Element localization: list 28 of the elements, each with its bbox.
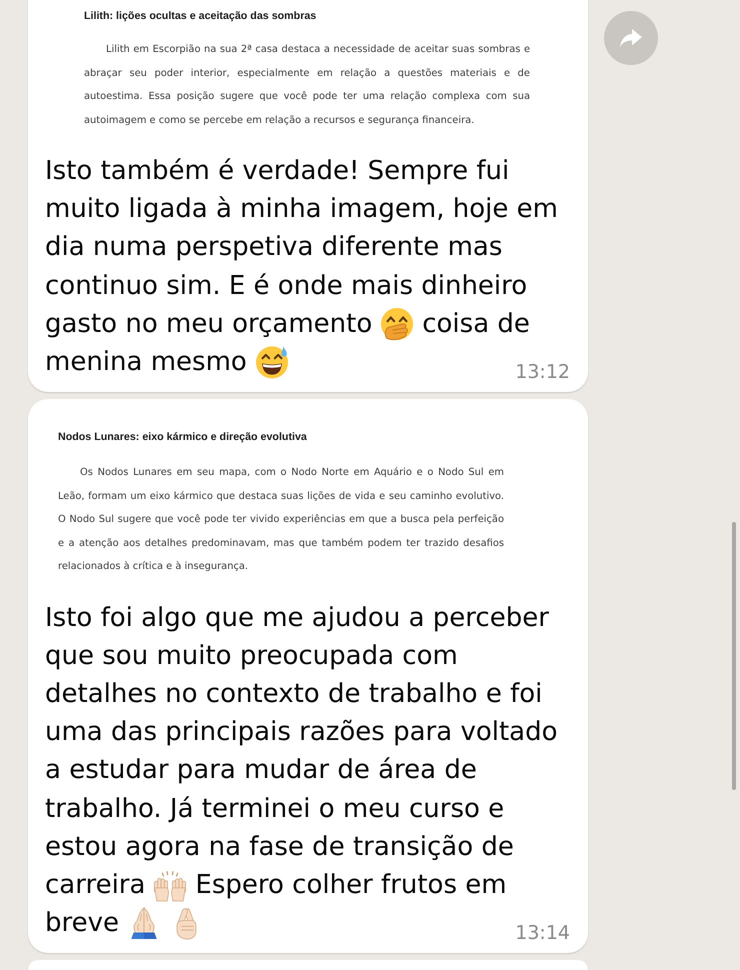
raised-hands-icon [153,868,188,902]
document-heading: Lilith: lições ocultas e aceitação das sombras [84,9,318,24]
curved-arrow-icon [620,29,642,47]
document-heading: Nodos Lunares: eixo kármico e direção evolutiva [58,430,308,446]
sweat-smile-face-icon [254,345,289,380]
message-text: a estudar para mudar de área de [45,755,477,786]
message-text: gasto no meu orçamento [45,308,372,339]
timestamp: 13:12 [515,360,570,384]
message-text: dia numa perspetiva diferente mas [45,232,502,262]
forward-button[interactable] [604,11,658,65]
message-text: Isto foi algo que me ajudou a perceber [45,602,549,633]
message-text: trabalho. Já terminei o meu curso e [45,794,504,824]
message-text: Isto também é verdade! Sempre fui [45,156,510,186]
message-text: carreira [45,870,146,900]
message-text: Espero colher frutos em [195,870,507,900]
message-text: menina mesmo [45,347,247,378]
message-text: que sou muito preocupada com [45,640,458,671]
message-text: uma das principais razões para voltado [45,717,558,748]
message-text: coisa de [422,308,530,339]
message-text: detalhes no contexto de trabalho e foi [45,679,542,710]
hand-over-mouth-face-icon [380,306,414,341]
message-text: muito ligada à minha imagem, hoje em [45,194,558,224]
message-text: breve [45,908,120,938]
document-paragraph: Os Nodos Lunares em seu mapa, com o Nodo Norte em Aquário e o Nodo Sul em Leão, formam um eixo kármico que destaca suas lições de vida e seu caminho evolutivo. O Nodo Sul sugere que você pode ter vivido experiências em que a busca pela perfeição e a atenção aos detalhes predominavam, mas que também podem ter trazido desafios relacionados à crítica e à insegurança. [58,466,504,574]
message-text: estou agora na fase de transição de [45,832,514,862]
timestamp: 13:14 [515,921,570,946]
message-text: continuo sim. E é onde mais dinheiro [45,270,528,301]
document-paragraph: Lilith em Escorpião na sua 2ª casa destaca a necessidade de aceitar suas sombras e abraçar seu poder interior, especialmente em relação a questões materiais e de autoestima. Essa posição sugere que você pode ter uma relação complexa com sua autoimagem e como se percebe em relação a recursos e segurança financeira. [84,43,530,128]
